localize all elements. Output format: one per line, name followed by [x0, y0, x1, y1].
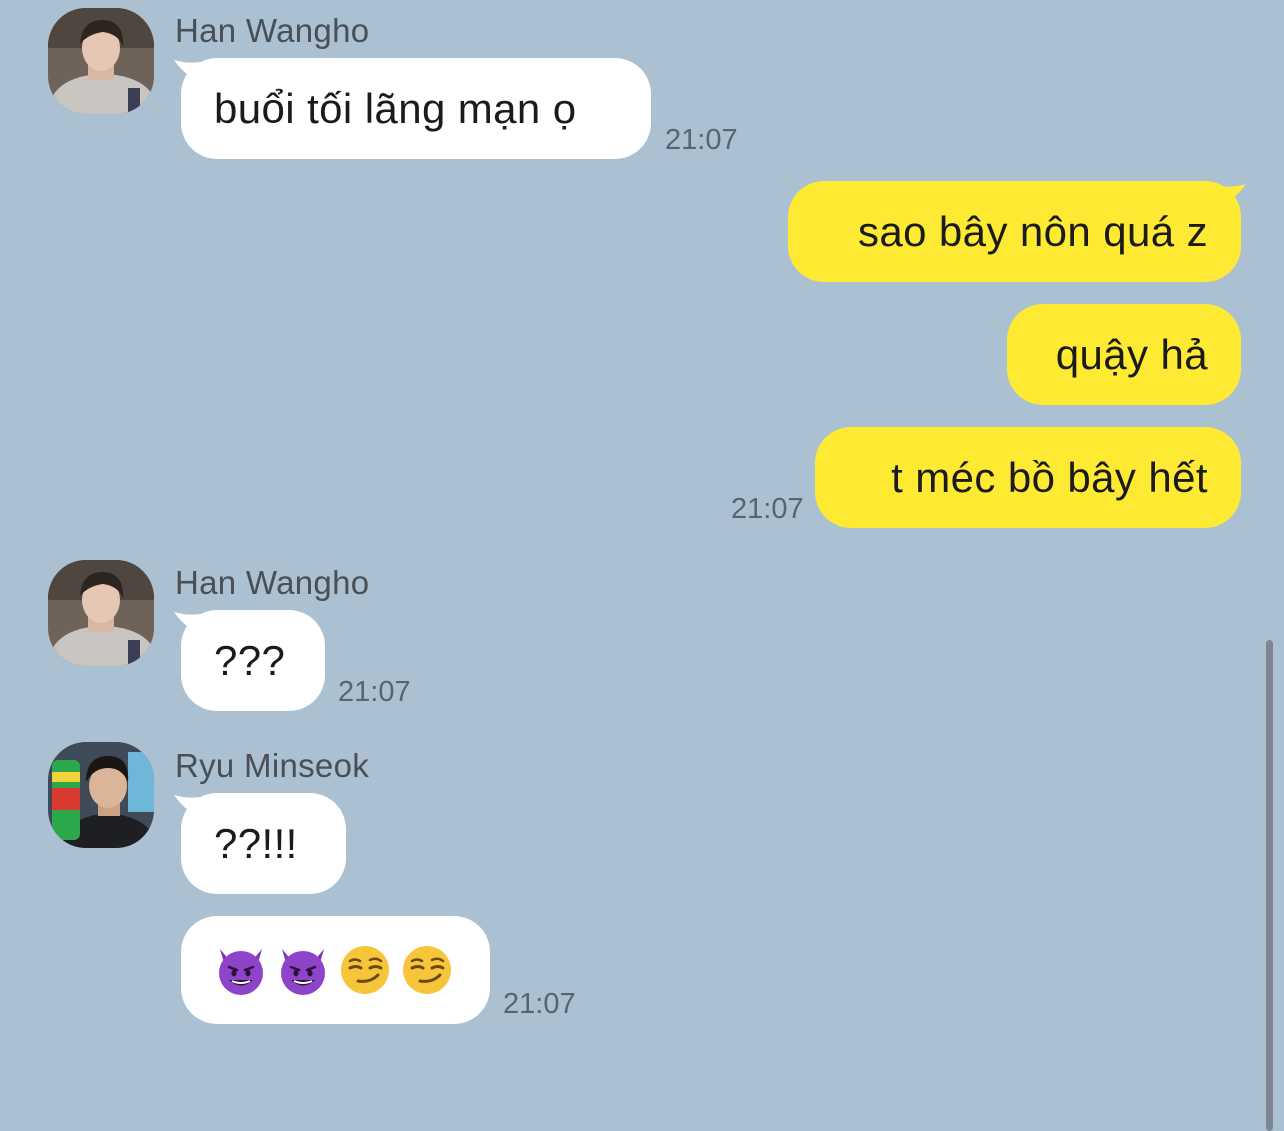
message-text: ???: [214, 636, 286, 684]
message-bubble-outgoing[interactable]: t méc bồ bây hết: [815, 427, 1241, 528]
smiling-devil-icon: [281, 949, 325, 995]
avatar-han-wangho[interactable]: [48, 560, 154, 666]
message-bubble-outgoing[interactable]: sao bây nôn quá z: [788, 181, 1241, 282]
message-text: t méc bồ bây hết: [891, 453, 1208, 501]
person-photo-icon: [48, 742, 154, 848]
message-bubble-incoming[interactable]: [181, 916, 490, 1024]
sender-name: Ryu Minseok: [175, 747, 370, 784]
sender-name: Han Wangho: [175, 12, 370, 49]
message-text: ??!!!: [214, 819, 298, 867]
message-timestamp: 21:07: [503, 988, 576, 1020]
message-bubble-incoming[interactable]: ???: [181, 610, 325, 711]
message-timestamp: 21:07: [665, 124, 738, 156]
scrollbar[interactable]: [1266, 640, 1273, 1131]
avatar-ryu-minseok[interactable]: [48, 742, 154, 848]
message-timestamp: 21:07: [338, 676, 411, 708]
avatar-han-wangho[interactable]: [48, 8, 154, 114]
message-timestamp: 21:07: [731, 493, 804, 525]
smirking-face-icon: [403, 946, 451, 994]
message-text: buổi tối lãng mạn ọ: [214, 84, 577, 132]
message-bubble-incoming[interactable]: ??!!!: [181, 793, 346, 894]
emoji-row: [214, 943, 454, 997]
person-photo-icon: [48, 560, 154, 666]
chat-area[interactable]: Han Wangho buổi tối lãng mạn ọ 21:07 sao…: [0, 0, 1284, 1131]
person-photo-icon: [48, 8, 154, 114]
message-bubble-incoming[interactable]: buổi tối lãng mạn ọ: [181, 58, 651, 159]
smirking-face-icon: [341, 946, 389, 994]
sender-name: Han Wangho: [175, 564, 370, 601]
message-bubble-outgoing[interactable]: quậy hả: [1007, 304, 1241, 405]
message-text: quậy hả: [1055, 330, 1208, 378]
smiling-devil-icon: [219, 949, 263, 995]
message-text: sao bây nôn quá z: [857, 207, 1208, 255]
